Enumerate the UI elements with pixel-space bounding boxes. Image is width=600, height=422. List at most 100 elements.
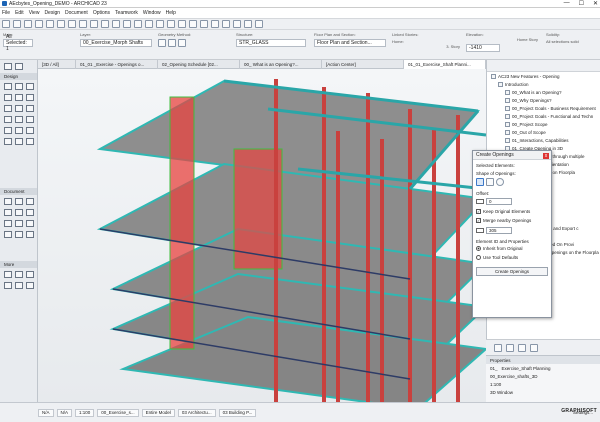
- solidity-value[interactable]: All selections solid: [546, 39, 598, 44]
- spline-tool-icon[interactable]: [15, 271, 23, 278]
- properties-scale[interactable]: 1:100: [486, 380, 600, 388]
- properties-header[interactable]: Properties: [486, 356, 600, 364]
- architecture-field[interactable]: 03 Architectu...: [177, 408, 216, 417]
- 3d-view-icon[interactable]: [178, 20, 186, 28]
- polyline-tool-icon[interactable]: [15, 220, 23, 227]
- skylight-tool-icon[interactable]: [26, 105, 34, 112]
- properties-layer[interactable]: 00_Exercise_shafts_3D: [486, 372, 600, 380]
- railing-tool-icon[interactable]: [26, 116, 34, 123]
- clone-view-icon[interactable]: [506, 344, 514, 352]
- geometry-polygon-icon[interactable]: [178, 39, 186, 47]
- orbit-icon[interactable]: [200, 20, 208, 28]
- zoom-field-2[interactable]: N/A: [56, 408, 73, 417]
- zone-tool-icon[interactable]: [15, 127, 23, 134]
- navigator-item[interactable]: 00_What is an Opening?: [487, 88, 600, 96]
- story-value[interactable]: 3. Story: [392, 44, 460, 49]
- model-view-field[interactable]: Entire Model: [141, 408, 175, 417]
- tab-shaft-planning[interactable]: 01_01_Exercise_Shaft Planni...: [404, 60, 486, 69]
- object-tool-icon[interactable]: [26, 127, 34, 134]
- redo-icon[interactable]: [57, 20, 65, 28]
- offset-input[interactable]: 0: [486, 198, 512, 205]
- layer-combination-field[interactable]: 00_Exercise_s...: [97, 408, 139, 417]
- elevation-tool-icon[interactable]: [15, 231, 23, 238]
- menu-document[interactable]: Document: [65, 10, 88, 16]
- zoom-in-icon[interactable]: [211, 20, 219, 28]
- building-model[interactable]: [38, 69, 486, 402]
- properties-window[interactable]: 3D Window: [486, 388, 600, 396]
- more-section-header[interactable]: More: [0, 261, 37, 268]
- merge-distance-input[interactable]: 305: [486, 227, 512, 234]
- mesh-tool-icon[interactable]: [4, 127, 12, 134]
- drawing-tool-icon[interactable]: [26, 220, 34, 227]
- morph-tool-icon[interactable]: [15, 138, 23, 145]
- view-id[interactable]: 01_: [490, 366, 498, 371]
- navigator-item[interactable]: 00_Out of Scope: [487, 128, 600, 136]
- grid-tool-icon[interactable]: [4, 271, 12, 278]
- detail-tool-icon[interactable]: [26, 231, 34, 238]
- zoom-out-icon[interactable]: [222, 20, 230, 28]
- scale-field[interactable]: 1:100: [75, 408, 95, 417]
- lamp-tool-icon[interactable]: [4, 138, 12, 145]
- label-tool-icon[interactable]: [4, 209, 12, 216]
- paste-icon[interactable]: [90, 20, 98, 28]
- opening-tool-icon[interactable]: [26, 138, 34, 145]
- elevation-input[interactable]: -1410: [466, 44, 500, 52]
- navigator-item[interactable]: 00_Project Scope: [487, 120, 600, 128]
- document-section-header[interactable]: Document: [0, 188, 37, 195]
- tab-what-is-opening[interactable]: 00_ What is an Opening?...: [240, 60, 322, 69]
- arc-tool-icon[interactable]: [4, 220, 12, 227]
- section-tool-icon[interactable]: [4, 231, 12, 238]
- menu-view[interactable]: View: [29, 10, 40, 16]
- slab-tool-icon[interactable]: [26, 94, 34, 101]
- shaft-front[interactable]: [169, 96, 195, 350]
- dimension-tool-icon[interactable]: [4, 198, 12, 205]
- merge-checkbox[interactable]: ✓: [476, 218, 481, 223]
- navigator-item[interactable]: Introduction: [487, 80, 600, 88]
- menu-help[interactable]: Help: [166, 10, 176, 16]
- menu-edit[interactable]: Edit: [15, 10, 24, 16]
- menu-file[interactable]: File: [2, 10, 10, 16]
- menu-design[interactable]: Design: [44, 10, 60, 16]
- layer-select[interactable]: 00_Exercise_Morph Shafts: [80, 39, 152, 47]
- new-view-icon[interactable]: [494, 344, 502, 352]
- building-field[interactable]: 03 Building P...: [218, 408, 257, 417]
- tab-exercise-openings[interactable]: 01_01 _Exercise - Openings o...: [76, 60, 158, 69]
- line-tool-icon[interactable]: [26, 209, 34, 216]
- inherit-radio[interactable]: [476, 246, 481, 251]
- shell-tool-icon[interactable]: [15, 105, 23, 112]
- floor-plan-icon[interactable]: [189, 20, 197, 28]
- close-button[interactable]: ✕: [593, 0, 598, 7]
- delete-view-icon[interactable]: [518, 344, 526, 352]
- navigator-item[interactable]: 00_Project Goals - Business Requirement: [487, 104, 600, 112]
- tool-defaults-radio[interactable]: [476, 255, 481, 260]
- minimize-button[interactable]: —: [564, 0, 570, 7]
- column-tool-icon[interactable]: [4, 94, 12, 101]
- fit-window-icon[interactable]: [233, 20, 241, 28]
- undo-icon[interactable]: [46, 20, 54, 28]
- wall-tool-icon[interactable]: [4, 83, 12, 90]
- design-section-header[interactable]: Design: [0, 73, 37, 80]
- tab-opening-schedule[interactable]: 02_Opening Schedule [02...: [158, 60, 240, 69]
- arrow-tool-icon[interactable]: [4, 63, 12, 70]
- print-icon[interactable]: [35, 20, 43, 28]
- suspend-groups-icon[interactable]: [145, 20, 153, 28]
- magic-wand-icon[interactable]: [101, 20, 109, 28]
- copy-icon[interactable]: [79, 20, 87, 28]
- roof-tool-icon[interactable]: [4, 105, 12, 112]
- gravity-icon[interactable]: [134, 20, 142, 28]
- geometry-straight-icon[interactable]: [158, 39, 166, 47]
- snap-icon[interactable]: [112, 20, 120, 28]
- menu-window[interactable]: Window: [143, 10, 161, 16]
- keep-original-checkbox[interactable]: ✓: [476, 209, 481, 214]
- new-file-icon[interactable]: [2, 20, 10, 28]
- curtain-wall-tool-icon[interactable]: [4, 116, 12, 123]
- marquee-tool-icon[interactable]: [15, 63, 23, 70]
- beam-tool-icon[interactable]: [15, 94, 23, 101]
- camera-tool-icon[interactable]: [15, 282, 23, 289]
- navigator-item[interactable]: 01_Interactions, Capabilities: [487, 136, 600, 144]
- navigator-item[interactable]: 00_Why Openings?: [487, 96, 600, 104]
- cut-icon[interactable]: [68, 20, 76, 28]
- hotspot-tool-icon[interactable]: [26, 271, 34, 278]
- window-tool-icon[interactable]: [26, 83, 34, 90]
- menu-teamwork[interactable]: Teamwork: [115, 10, 138, 16]
